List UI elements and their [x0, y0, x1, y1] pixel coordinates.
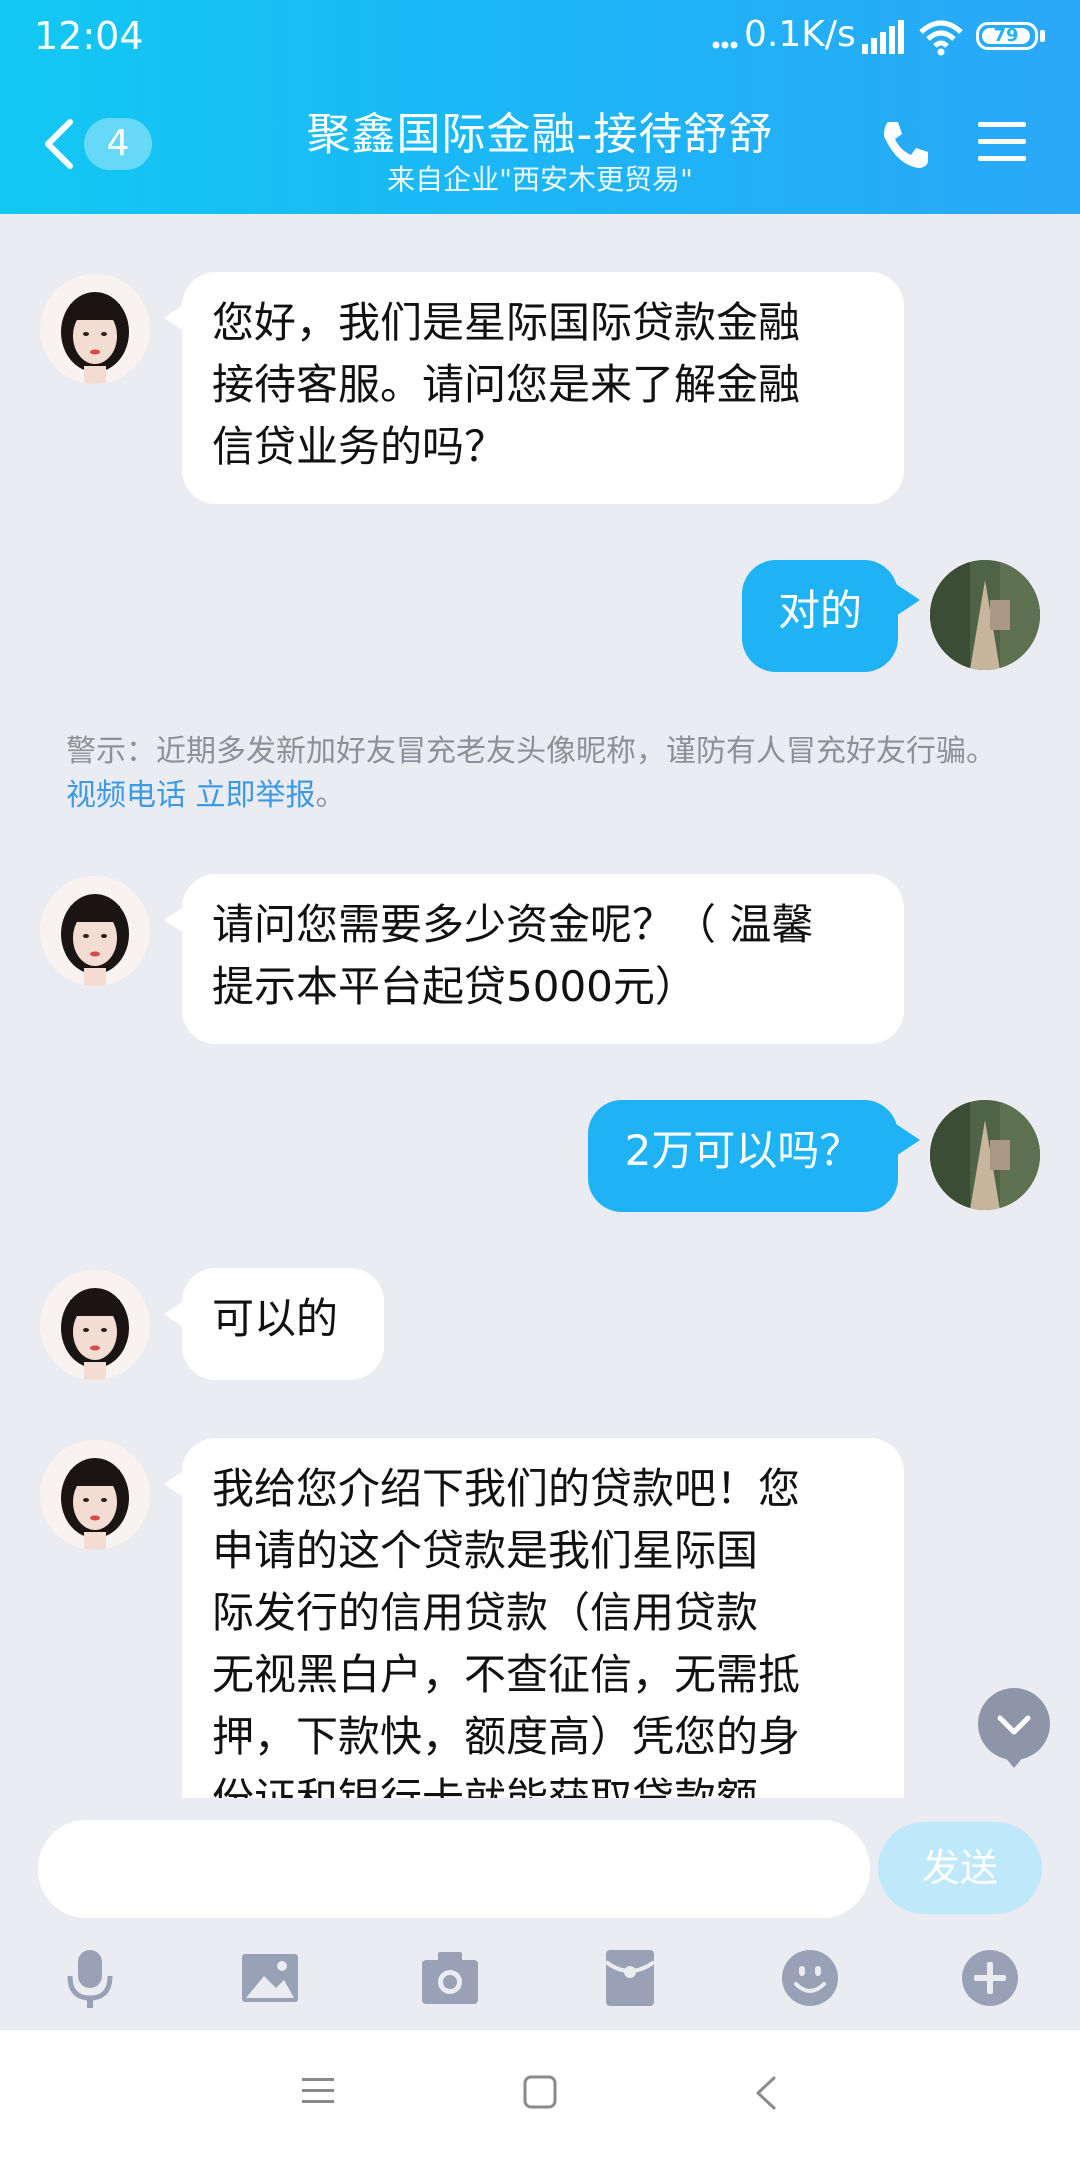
message-bubble-outgoing[interactable]: 对的 [742, 560, 898, 672]
menu-icon[interactable] [976, 118, 1028, 166]
chevron-down-icon [997, 1715, 1031, 1735]
message-line: 您好，我们是星际国际贷款金融 [212, 298, 801, 347]
message-line: 押，下款快，额度高）凭您的身 [212, 1712, 801, 1761]
message-text: 对的 [777, 586, 862, 635]
back-icon[interactable] [752, 2074, 780, 2112]
chat-title: 聚鑫国际金融-接待舒舒 [306, 109, 774, 160]
recent-apps-icon[interactable] [300, 2074, 336, 2108]
security-warning: 警示：近期多发新加好友冒充老友头像昵称，谨防有人冒充好友行骗。视频电话 立即举报… [66, 730, 1016, 818]
message-text: 2万可以吗？ [624, 1126, 862, 1175]
more-dots-icon [712, 41, 738, 49]
contact-avatar-image [40, 1440, 150, 1550]
contact-avatar[interactable] [40, 1440, 150, 1550]
message-text: 可以的 [212, 1294, 339, 1343]
home-icon[interactable] [522, 2074, 558, 2110]
battery-icon: 79 [976, 22, 1038, 50]
contact-avatar[interactable] [40, 1270, 150, 1380]
my-avatar[interactable] [930, 1100, 1040, 1210]
camera-icon[interactable] [418, 1946, 482, 2010]
image-icon[interactable] [238, 1946, 302, 2010]
message-bubble-outgoing[interactable]: 2万可以吗？ [588, 1100, 898, 1212]
message-line: 份证和银行卡就能获取贷款额 [212, 1768, 874, 1798]
message-line: 提示本平台起贷5000元） [212, 962, 697, 1011]
message-input[interactable] [38, 1820, 870, 1918]
scroll-to-bottom-button[interactable] [978, 1688, 1050, 1760]
red-packet-icon[interactable] [598, 1946, 662, 2010]
system-navigation-bar [0, 2030, 1080, 2160]
contact-avatar-image [40, 1270, 150, 1380]
message-line: 我给您介绍下我们的贷款吧！您 [212, 1464, 801, 1513]
input-area: 发送 [0, 1798, 1080, 2028]
network-speed: 0.1K/s [744, 14, 856, 55]
chat-message-list[interactable]: 您好，我们是星际国际贷款金融 接待客服。请问您是来了解金融 信贷业务的吗？ 对的… [0, 214, 1080, 1798]
bubble-tail [896, 584, 920, 616]
unread-count-badge[interactable]: 4 [84, 118, 152, 170]
message-line: 无视黑白户，不查征信，无需抵 [212, 1650, 801, 1699]
message-line: 申请的这个贷款是我们星际国 [212, 1526, 759, 1575]
battery-level: 79 [982, 27, 1030, 45]
my-avatar-image [930, 1100, 1040, 1210]
my-avatar-image [930, 560, 1040, 670]
status-bar: 12:04 0.1K/s 79 [0, 0, 1080, 80]
message-line: 请问您需要多少资金呢？（ 温馨 [212, 900, 814, 949]
my-avatar[interactable] [930, 560, 1040, 670]
chat-subtitle: 来自企业"西安木更贸易" [387, 163, 693, 196]
message-line: 信贷业务的吗？ [212, 422, 507, 471]
phone-call-icon[interactable] [878, 118, 932, 172]
message-bubble-incoming[interactable]: 可以的 [182, 1268, 384, 1380]
message-line: 际发行的信用贷款（信用贷款 [212, 1588, 759, 1637]
emoji-icon[interactable] [778, 1946, 842, 2010]
microphone-icon[interactable] [58, 1946, 122, 2010]
contact-avatar[interactable] [40, 876, 150, 986]
message-bubble-incoming[interactable]: 我给您介绍下我们的贷款吧！您 申请的这个贷款是我们星际国 际发行的信用贷款（信用… [182, 1438, 904, 1798]
contact-avatar[interactable] [40, 274, 150, 384]
bubble-tail [896, 1124, 920, 1156]
wifi-icon [919, 20, 963, 56]
status-time: 12:04 [34, 14, 144, 58]
warning-text: 警示：近期多发新加好友冒充老友头像昵称，谨防有人冒充好友行骗。 [66, 734, 996, 769]
plus-icon[interactable] [958, 1946, 1022, 2010]
warning-end: 。 [315, 778, 346, 813]
message-bubble-incoming[interactable]: 您好，我们是星际国际贷款金融 接待客服。请问您是来了解金融 信贷业务的吗？ [182, 272, 904, 504]
message-bubble-incoming[interactable]: 请问您需要多少资金呢？（ 温馨 提示本平台起贷5000元） [182, 874, 904, 1044]
battery-nub [1040, 30, 1045, 42]
send-button[interactable]: 发送 [878, 1822, 1042, 1914]
video-call-link[interactable]: 视频电话 [66, 778, 186, 813]
back-chevron-icon[interactable] [40, 116, 80, 172]
report-link[interactable]: 立即举报 [196, 778, 316, 813]
signal-icon [862, 20, 904, 54]
scroll-button-tail [1004, 1756, 1024, 1768]
message-line: 接待客服。请问您是来了解金融 [212, 360, 801, 409]
chat-header: 12:04 0.1K/s 79 4 聚鑫国际金融-接待舒舒 来自企业"西安木更贸… [0, 0, 1080, 214]
contact-avatar-image [40, 274, 150, 384]
contact-avatar-image [40, 876, 150, 986]
